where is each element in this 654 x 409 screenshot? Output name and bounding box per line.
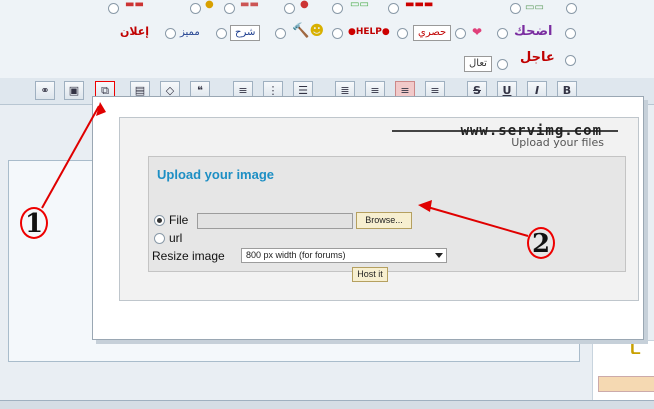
marker-2: 2 bbox=[532, 229, 551, 259]
arrow-2-line bbox=[423, 205, 529, 237]
marker-1: 1 bbox=[25, 209, 44, 239]
annotation-arrows bbox=[41, 102, 529, 237]
arrow-2-head bbox=[418, 200, 432, 212]
arrow-1-line bbox=[41, 105, 100, 209]
